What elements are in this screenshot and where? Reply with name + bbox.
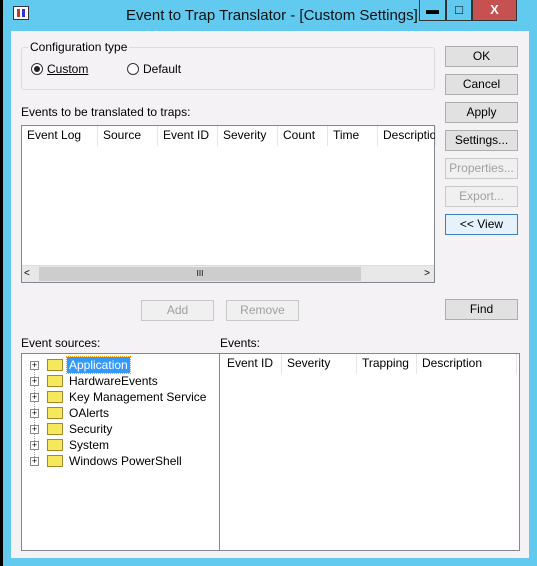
maximize-button[interactable]: □ xyxy=(446,0,472,21)
ok-button[interactable]: OK xyxy=(445,46,518,67)
close-button[interactable]: X xyxy=(472,0,517,21)
scroll-left-icon[interactable]: < xyxy=(24,268,30,279)
column-header[interactable]: Trapping xyxy=(357,354,417,374)
custom-radio-label[interactable]: Custom xyxy=(47,62,88,76)
column-header[interactable]: Event Log xyxy=(22,126,98,146)
custom-radio[interactable] xyxy=(31,63,43,75)
app-icon xyxy=(13,6,29,20)
add-button[interactable]: Add xyxy=(141,300,214,321)
folder-icon xyxy=(47,423,63,435)
column-header[interactable]: Severity xyxy=(282,354,357,374)
expand-icon[interactable]: + xyxy=(30,457,39,466)
expand-icon[interactable]: + xyxy=(30,441,39,450)
scroll-thumb[interactable]: III xyxy=(39,267,361,281)
dialog-window: Event to Trap Translator - [Custom Setti… xyxy=(3,0,537,566)
export-button[interactable]: Export... xyxy=(445,186,518,207)
events-to-translate-label: Events to be translated to traps: xyxy=(21,105,191,119)
event-sources-tree[interactable]: + Application + HardwareEvents + Key Manage… xyxy=(22,354,219,550)
cancel-button[interactable]: Cancel xyxy=(445,74,518,95)
find-button[interactable]: Find xyxy=(445,299,518,320)
folder-icon xyxy=(47,439,63,451)
expand-icon[interactable]: + xyxy=(30,361,39,370)
default-radio-label[interactable]: Default xyxy=(143,62,181,76)
configuration-type-label: Configuration type xyxy=(28,40,130,54)
folder-icon xyxy=(47,375,63,387)
dialog-body: Configuration type Custom Default OK Can… xyxy=(11,31,529,558)
folder-icon xyxy=(47,455,63,467)
minimize-button[interactable]: ▬ xyxy=(419,0,446,21)
column-header[interactable]: Time xyxy=(328,126,378,146)
events-list[interactable]: Event ID Severity Trapping Description xyxy=(220,354,519,550)
event-sources-label: Event sources: xyxy=(21,336,101,350)
column-header[interactable]: Count xyxy=(278,126,328,146)
settings-button[interactable]: Settings... xyxy=(445,130,518,151)
default-radio[interactable] xyxy=(127,63,139,75)
column-header[interactable]: Description xyxy=(417,354,517,374)
events-label: Events: xyxy=(220,336,261,350)
expand-icon[interactable]: + xyxy=(30,425,39,434)
column-header[interactable]: Severity xyxy=(218,126,278,146)
events-to-translate-list[interactable]: Event Log Source Event ID Severity Count… xyxy=(21,125,436,283)
horizontal-scrollbar[interactable]: < III > xyxy=(22,265,434,282)
folder-icon xyxy=(47,407,63,419)
title-bar: Event to Trap Translator - [Custom Setti… xyxy=(3,0,537,30)
expand-icon[interactable]: + xyxy=(30,377,39,386)
apply-button[interactable]: Apply xyxy=(445,102,518,123)
scroll-right-icon[interactable]: > xyxy=(424,268,430,279)
view-button[interactable]: << View xyxy=(445,214,518,235)
remove-button[interactable]: Remove xyxy=(226,300,299,321)
column-header[interactable]: Source xyxy=(98,126,158,146)
column-header[interactable]: Event ID xyxy=(158,126,218,146)
expand-icon[interactable]: + xyxy=(30,393,39,402)
folder-icon xyxy=(47,391,63,403)
properties-button[interactable]: Properties... xyxy=(445,158,518,179)
expand-icon[interactable]: + xyxy=(30,409,39,418)
column-header[interactable]: Event ID xyxy=(222,354,282,374)
folder-icon xyxy=(47,359,63,371)
window-title: Event to Trap Translator - [Custom Setti… xyxy=(126,7,418,24)
event-sources-pane: + Application + HardwareEvents + Key Manage… xyxy=(21,353,520,551)
column-header[interactable]: Description xyxy=(378,126,436,146)
